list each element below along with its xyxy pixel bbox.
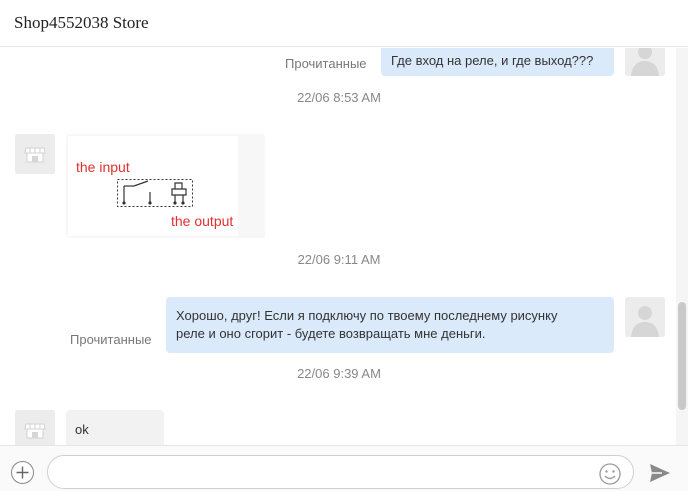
scrollbar-thumb[interactable] [678,302,686,410]
message-text-line: реле и оно сгорит - будете возвращать мн… [176,326,486,341]
timestamp: 22/06 9:39 AM [297,366,381,381]
chat-header: Shop4552038 Store [0,0,688,47]
add-attachment-button[interactable] [11,461,34,484]
send-button[interactable] [648,462,672,484]
store-name: Shop4552038 Store [14,13,149,32]
user-silhouette-icon [625,48,665,76]
incoming-message: ok [66,410,164,445]
store-avatar [15,134,55,174]
read-status: Прочитанные [70,332,152,347]
user-avatar [625,297,665,337]
timestamp: 22/06 9:11 AM [297,252,381,267]
chat-scrollbar[interactable] [676,48,688,445]
storefront-icon [15,410,55,445]
timestamp: 22/06 8:53 AM [297,90,381,105]
relay-diagram-icon [117,179,193,207]
message-list[interactable]: Прочитанные Где вход на реле, и где выхо… [0,48,688,445]
store-avatar [15,410,55,445]
read-status: Прочитанные [285,56,367,71]
image-message[interactable]: the input the output [66,134,265,238]
user-avatar [625,48,665,76]
message-composer [0,445,688,491]
emoji-button[interactable] [598,462,622,486]
user-silhouette-icon [625,297,665,337]
storefront-icon [15,134,55,174]
outgoing-message: Хорошо, друг! Если я подключу по твоему … [166,297,614,353]
input-label: the input [76,159,130,175]
outgoing-message: Где вход на реле, и где выход??? [381,48,614,76]
smiley-icon [599,463,621,485]
message-text: ok [75,422,89,437]
output-label: the output [171,213,234,229]
paper-plane-icon [650,464,670,482]
message-text: Где вход на реле, и где выход??? [391,53,594,68]
message-text-line: Хорошо, друг! Если я подключу по твоему … [176,308,558,323]
plus-icon [16,466,29,479]
message-input[interactable] [47,455,634,489]
relay-diagram-image[interactable]: the input the output [68,136,238,236]
